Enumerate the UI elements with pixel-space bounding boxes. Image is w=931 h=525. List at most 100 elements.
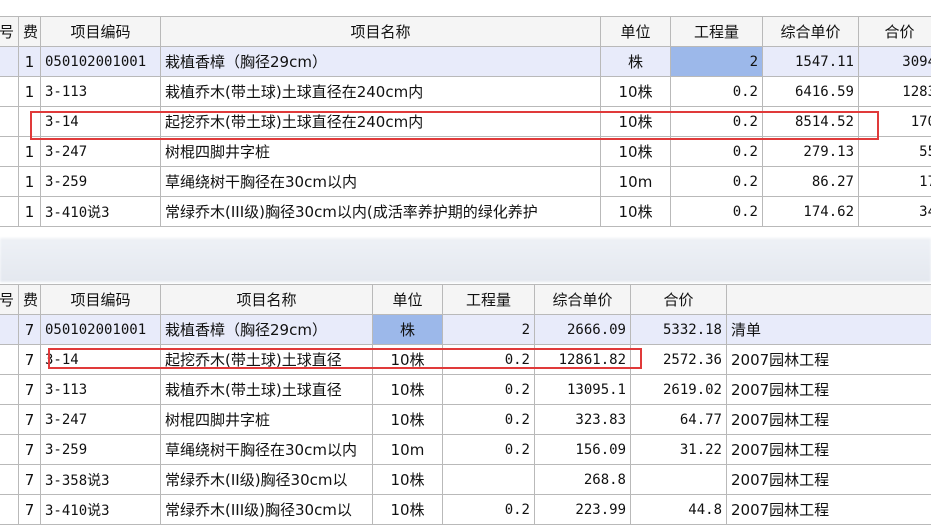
cell-unit-price[interactable]: 1547.11 bbox=[763, 47, 859, 77]
cell-total[interactable]: 34 bbox=[859, 197, 931, 227]
header-unit[interactable]: 单位 bbox=[601, 17, 671, 47]
cell-fee[interactable]: 1 bbox=[19, 47, 41, 77]
cell-total[interactable]: 3094 bbox=[859, 47, 931, 77]
header-name[interactable]: 项目名称 bbox=[161, 285, 373, 315]
cell-name[interactable]: 常绿乔木(II级)胸径30cm以 bbox=[161, 465, 373, 495]
cell-total[interactable]: 55 bbox=[859, 137, 931, 167]
cell-name[interactable]: 草绳绕树干胸径在30cm以内 bbox=[161, 167, 601, 197]
cell-unit[interactable]: 10株 bbox=[373, 405, 443, 435]
table-row[interactable]: 73-410说3常绿乔木(III级)胸径30cm以10株0.2223.9944.… bbox=[0, 495, 931, 525]
header-fee[interactable]: 费 bbox=[19, 17, 41, 47]
cell-seq[interactable] bbox=[0, 435, 19, 465]
cell-unit[interactable]: 株 bbox=[373, 315, 443, 345]
cell-code[interactable]: 3-14 bbox=[41, 107, 161, 137]
cell-total[interactable]: 170 bbox=[859, 107, 931, 137]
header-extra[interactable] bbox=[727, 285, 931, 315]
cell-name[interactable]: 起挖乔木(带土球)土球直径 bbox=[161, 345, 373, 375]
cell-seq[interactable] bbox=[0, 315, 19, 345]
cell-seq[interactable] bbox=[0, 137, 19, 167]
cell-unit-price[interactable]: 12861.82 bbox=[535, 345, 631, 375]
header-unit-price[interactable]: 综合单价 bbox=[535, 285, 631, 315]
cell-name[interactable]: 草绳绕树干胸径在30cm以内 bbox=[161, 435, 373, 465]
cell-seq[interactable] bbox=[0, 345, 19, 375]
cell-code[interactable]: 3-259 bbox=[41, 167, 161, 197]
header-name[interactable]: 项目名称 bbox=[161, 17, 601, 47]
table-row[interactable]: 73-358说3常绿乔木(II级)胸径30cm以10株268.82007园林工程 bbox=[0, 465, 931, 495]
cell-name[interactable]: 栽植乔木(带土球)土球直径 bbox=[161, 375, 373, 405]
cell-fee[interactable]: 7 bbox=[19, 435, 41, 465]
cell-quantity[interactable]: 0.2 bbox=[671, 197, 763, 227]
table-row[interactable]: 73-14起挖乔木(带土球)土球直径10株0.212861.822572.362… bbox=[0, 345, 931, 375]
table-row[interactable]: 1050102001001栽植香樟（胸径29cm）株21547.113094 bbox=[0, 47, 931, 77]
cell-fee[interactable]: 1 bbox=[19, 167, 41, 197]
cell-unit[interactable]: 10株 bbox=[601, 197, 671, 227]
cell-unit-price[interactable]: 8514.52 bbox=[763, 107, 859, 137]
cell-fee[interactable]: 7 bbox=[19, 345, 41, 375]
cell-name[interactable]: 栽植香樟（胸径29cm） bbox=[161, 315, 373, 345]
cell-code[interactable]: 3-410说3 bbox=[41, 197, 161, 227]
header-seq[interactable]: 号 bbox=[0, 17, 19, 47]
table-row[interactable]: 73-247树棍四脚井字桩10株0.2323.8364.772007园林工程 bbox=[0, 405, 931, 435]
cell-quantity[interactable]: 0.2 bbox=[443, 345, 535, 375]
cell-code[interactable]: 3-358说3 bbox=[41, 465, 161, 495]
cell-unit[interactable]: 10株 bbox=[373, 345, 443, 375]
cell-code[interactable]: 050102001001 bbox=[41, 315, 161, 345]
table-row[interactable]: 3-14起挖乔木(带土球)土球直径在240cm内10株0.28514.52170 bbox=[0, 107, 931, 137]
cell-fee[interactable]: 1 bbox=[19, 77, 41, 107]
cell-unit-price[interactable]: 268.8 bbox=[535, 465, 631, 495]
cell-total[interactable]: 2619.02 bbox=[631, 375, 727, 405]
cell-total[interactable]: 17 bbox=[859, 167, 931, 197]
cell-name[interactable]: 栽植香樟（胸径29cm） bbox=[161, 47, 601, 77]
table-row[interactable]: 73-259草绳绕树干胸径在30cm以内10m0.2156.0931.22200… bbox=[0, 435, 931, 465]
cell-total[interactable]: 1283 bbox=[859, 77, 931, 107]
header-code[interactable]: 项目编码 bbox=[41, 285, 161, 315]
cell-fee[interactable]: 7 bbox=[19, 375, 41, 405]
cell-unit-price[interactable]: 6416.59 bbox=[763, 77, 859, 107]
cell-name[interactable]: 起挖乔木(带土球)土球直径在240cm内 bbox=[161, 107, 601, 137]
table-row[interactable]: 7050102001001栽植香樟（胸径29cm）株22666.095332.1… bbox=[0, 315, 931, 345]
table-row[interactable]: 13-259草绳绕树干胸径在30cm以内10m0.286.2717 bbox=[0, 167, 931, 197]
cell-unit[interactable]: 10株 bbox=[373, 375, 443, 405]
cell-code[interactable]: 050102001001 bbox=[41, 47, 161, 77]
cell-quantity[interactable]: 2 bbox=[671, 47, 763, 77]
cell-total[interactable]: 64.77 bbox=[631, 405, 727, 435]
cell-quantity[interactable]: 0.2 bbox=[671, 137, 763, 167]
table-row[interactable]: 73-113栽植乔木(带土球)土球直径10株0.213095.12619.022… bbox=[0, 375, 931, 405]
cell-quantity[interactable] bbox=[443, 465, 535, 495]
cell-seq[interactable] bbox=[0, 77, 19, 107]
cell-code[interactable]: 3-113 bbox=[41, 77, 161, 107]
header-total[interactable]: 合价 bbox=[631, 285, 727, 315]
cell-extra[interactable]: 2007园林工程 bbox=[727, 345, 931, 375]
cell-fee[interactable]: 7 bbox=[19, 465, 41, 495]
cell-code[interactable]: 3-113 bbox=[41, 375, 161, 405]
header-code[interactable]: 项目编码 bbox=[41, 17, 161, 47]
cell-unit[interactable]: 10m bbox=[601, 167, 671, 197]
cell-fee[interactable]: 7 bbox=[19, 405, 41, 435]
cell-unit-price[interactable]: 223.99 bbox=[535, 495, 631, 525]
cell-extra[interactable]: 清单 bbox=[727, 315, 931, 345]
cell-unit[interactable]: 10m bbox=[373, 435, 443, 465]
cell-total[interactable] bbox=[631, 465, 727, 495]
cell-name[interactable]: 树棍四脚井字桩 bbox=[161, 405, 373, 435]
cell-unit[interactable]: 10株 bbox=[601, 77, 671, 107]
cell-name[interactable]: 常绿乔木(III级)胸径30cm以内(成活率养护期的绿化养护 bbox=[161, 197, 601, 227]
cell-unit[interactable]: 10株 bbox=[373, 465, 443, 495]
cell-unit-price[interactable]: 156.09 bbox=[535, 435, 631, 465]
cell-code[interactable]: 3-259 bbox=[41, 435, 161, 465]
cell-unit-price[interactable]: 279.13 bbox=[763, 137, 859, 167]
cell-unit[interactable]: 株 bbox=[601, 47, 671, 77]
cell-quantity[interactable]: 0.2 bbox=[671, 77, 763, 107]
cell-quantity[interactable]: 0.2 bbox=[671, 167, 763, 197]
cell-seq[interactable] bbox=[0, 107, 19, 137]
cell-seq[interactable] bbox=[0, 495, 19, 525]
cell-fee[interactable]: 1 bbox=[19, 197, 41, 227]
cell-total[interactable]: 31.22 bbox=[631, 435, 727, 465]
cell-total[interactable]: 44.8 bbox=[631, 495, 727, 525]
cell-extra[interactable]: 2007园林工程 bbox=[727, 375, 931, 405]
cell-name[interactable]: 栽植乔木(带土球)土球直径在240cm内 bbox=[161, 77, 601, 107]
cell-unit[interactable]: 10株 bbox=[601, 107, 671, 137]
cell-fee[interactable]: 7 bbox=[19, 495, 41, 525]
cell-code[interactable]: 3-247 bbox=[41, 137, 161, 167]
cell-code[interactable]: 3-410说3 bbox=[41, 495, 161, 525]
table-row[interactable]: 13-247树棍四脚井字桩10株0.2279.1355 bbox=[0, 137, 931, 167]
